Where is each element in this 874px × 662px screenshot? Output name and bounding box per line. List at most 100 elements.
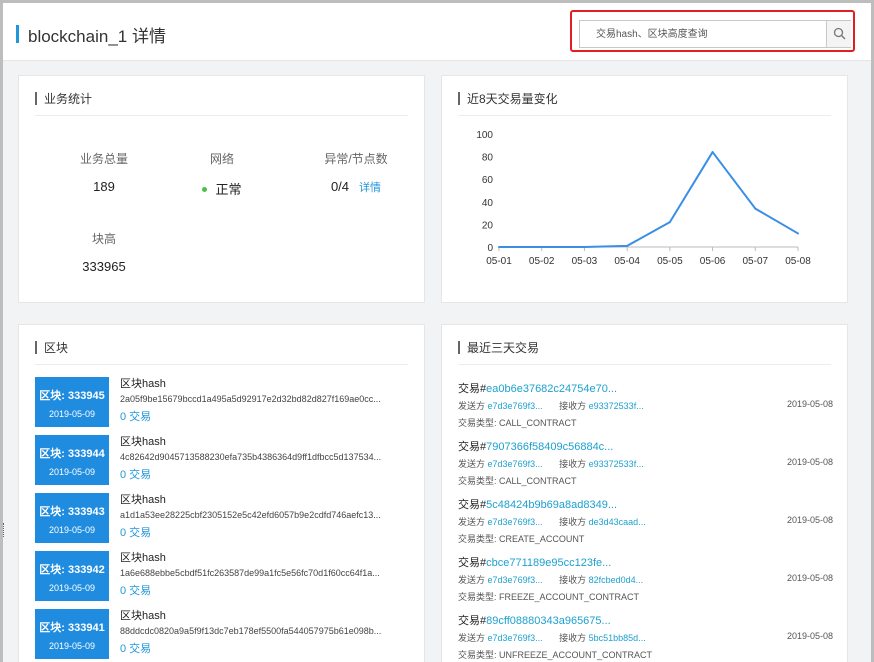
- header-bar: [35, 341, 37, 354]
- tx-date: 2019-05-08: [786, 457, 833, 467]
- y-tick-label: 20: [482, 220, 494, 231]
- status-dot-icon: [202, 187, 208, 193]
- transactions-panel: 最近三天交易 交易#ea0b6e37682c24754e70... 发送方 e7…: [441, 324, 848, 662]
- search-input[interactable]: [580, 21, 826, 47]
- stats-panel: 业务统计 业务总量 189 网络 正常 异常/节点数 0/4 详情 块高 3339…: [18, 75, 425, 303]
- receiver-label: 接收方: [559, 459, 587, 469]
- receiver-link[interactable]: e93372533f...: [589, 459, 644, 469]
- tx-parties: 发送方 e7d3e769f3... 接收方 de3d43caad... 2019…: [458, 515, 833, 528]
- receiver-link[interactable]: 82fcbed0d4...: [589, 575, 644, 585]
- x-tick-label: 05-03: [572, 256, 598, 267]
- block-hash: a1d1a53ee28225cbf2305152e5c42efd6057b9e2…: [120, 510, 381, 520]
- x-tick-label: 05-01: [486, 256, 512, 267]
- data-point: [797, 232, 799, 235]
- block-item[interactable]: 区块: 333941 2019-05-09 区块hash 88ddcdc0820…: [35, 609, 415, 659]
- tx-hash-link[interactable]: 89cff08880343a965675...: [486, 615, 611, 627]
- block-date: 2019-05-09: [48, 583, 96, 593]
- data-point: [583, 246, 586, 248]
- sender-label: 发送方: [458, 633, 486, 643]
- block-badge[interactable]: 区块: 333944 2019-05-09: [35, 435, 109, 485]
- search-button[interactable]: [826, 21, 851, 47]
- tx-hash-link[interactable]: cbce771189e95cc123fe...: [486, 557, 611, 569]
- stat-network-value: 正常: [215, 182, 242, 197]
- receiver-label: 接收方: [559, 633, 587, 643]
- block-date: 2019-05-09: [48, 409, 96, 419]
- x-tick-label: 05-05: [657, 256, 683, 267]
- block-item[interactable]: 区块: 333944 2019-05-09 区块hash 4c82642d904…: [35, 435, 415, 485]
- tx-hash-link[interactable]: 5c48424b9b69a8ad8349...: [486, 499, 617, 511]
- block-hash: 88ddcdc0820a9a5f9f13dc7eb178ef5500fa5440…: [120, 626, 382, 636]
- stat-network-value-wrap: 正常: [167, 179, 277, 198]
- receiver-link[interactable]: de3d43caad...: [589, 517, 646, 527]
- transaction-item: 交易#89cff08880343a965675... 发送方 e7d3e769f…: [458, 612, 833, 662]
- receiver-label: 接收方: [559, 401, 587, 411]
- sender-link[interactable]: e7d3e769f3...: [488, 459, 543, 469]
- chart-panel: 近8天交易量变化 0 20 40 60 80 100 05-01 05-02 05-03 05-0…: [441, 75, 848, 303]
- tx-title: 交易#ea0b6e37682c24754e70...: [458, 380, 833, 396]
- series-line: [499, 151, 799, 248]
- receiver-link[interactable]: e93372533f...: [589, 401, 644, 411]
- block-date: 2019-05-09: [48, 467, 96, 477]
- data-point: [668, 221, 671, 224]
- block-item[interactable]: 区块: 333945 2019-05-09 区块hash 2a05f9be156…: [35, 377, 415, 427]
- stat-total: 业务总量 189: [49, 150, 159, 194]
- block-item[interactable]: 区块: 333943 2019-05-09 区块hash a1d1a53ee28…: [35, 493, 415, 543]
- block-badge[interactable]: 区块: 333945 2019-05-09: [35, 377, 109, 427]
- x-tick-label: 05-04: [614, 256, 640, 267]
- y-tick-label: 0: [487, 243, 493, 254]
- block-tx-count[interactable]: 0 交易: [120, 582, 415, 598]
- tx-type: CREATE_ACCOUNT: [499, 534, 585, 544]
- page-header: blockchain_1 详情: [3, 3, 871, 61]
- receiver-link[interactable]: 5bc51bb85d...: [589, 633, 646, 643]
- tx-hash-link[interactable]: 7907366f58409c56884c...: [486, 441, 613, 453]
- tx-title: 交易#cbce771189e95cc123fe...: [458, 554, 833, 570]
- block-badge[interactable]: 区块: 333942 2019-05-09: [35, 551, 109, 601]
- block-hash-label: 区块hash: [120, 552, 166, 564]
- block-date: 2019-05-09: [48, 525, 96, 535]
- chart-panel-title: 近8天交易量变化: [467, 92, 558, 106]
- app-window: blockchain_1 详情 业务统计 业务总量 189 网络 正常: [3, 3, 871, 662]
- resize-handle[interactable]: [3, 523, 5, 537]
- tx-type-line: 交易类型: UNFREEZE_ACCOUNT_CONTRACT: [458, 648, 833, 661]
- tx-hash-link[interactable]: ea0b6e37682c24754e70...: [486, 383, 617, 395]
- search-box: [579, 20, 851, 48]
- sender-link[interactable]: e7d3e769f3...: [488, 575, 543, 585]
- block-hash-label: 区块hash: [120, 494, 166, 506]
- block-tx-count[interactable]: 0 交易: [120, 466, 415, 482]
- block-tx-count[interactable]: 0 交易: [120, 524, 415, 540]
- block-badge[interactable]: 区块: 333943 2019-05-09: [35, 493, 109, 543]
- nodes-detail-link[interactable]: 详情: [359, 182, 381, 194]
- block-number: 区块: 333943: [39, 506, 105, 518]
- block-hash: 1a6e688ebbe5cbdf51fc263587de99a1fc5e56fc…: [120, 568, 380, 578]
- block-tx-count[interactable]: 0 交易: [120, 640, 415, 656]
- transaction-item: 交易#7907366f58409c56884c... 发送方 e7d3e769f…: [458, 438, 833, 494]
- block-item[interactable]: 区块: 333942 2019-05-09 区块hash 1a6e688ebbe…: [35, 551, 415, 601]
- title-accent-bar: [16, 25, 19, 43]
- block-tx-count[interactable]: 0 交易: [120, 408, 415, 424]
- block-info: 区块hash 1a6e688ebbe5cbdf51fc263587de99a1f…: [120, 549, 415, 598]
- tx-type-label: 交易类型:: [458, 476, 497, 486]
- stat-network-label: 网络: [209, 152, 234, 166]
- divider: [458, 364, 831, 365]
- tx-type-label: 交易类型:: [458, 650, 497, 660]
- sender-link[interactable]: e7d3e769f3...: [488, 401, 543, 411]
- divider: [35, 115, 408, 116]
- divider: [35, 364, 408, 365]
- sender-label: 发送方: [458, 575, 486, 585]
- sender-link[interactable]: e7d3e769f3...: [488, 517, 543, 527]
- blocks-panel-title: 区块: [44, 341, 69, 355]
- sender-link[interactable]: e7d3e769f3...: [488, 633, 543, 643]
- block-number: 区块: 333944: [39, 448, 105, 460]
- receiver-label: 接收方: [559, 517, 587, 527]
- sender-label: 发送方: [458, 459, 486, 469]
- transactions-panel-title: 最近三天交易: [467, 341, 540, 355]
- block-info: 区块hash a1d1a53ee28225cbf2305152e5c42efd6…: [120, 491, 415, 540]
- data-point: [540, 246, 543, 248]
- block-info: 区块hash 88ddcdc0820a9a5f9f13dc7eb178ef550…: [120, 607, 415, 656]
- receiver-label: 接收方: [559, 575, 587, 585]
- stat-height-label: 块高: [91, 232, 116, 246]
- tx-title: 交易#7907366f58409c56884c...: [458, 438, 833, 454]
- tx-date: 2019-05-08: [786, 515, 833, 525]
- block-badge[interactable]: 区块: 333941 2019-05-09: [35, 609, 109, 659]
- tx-date: 2019-05-08: [786, 631, 833, 641]
